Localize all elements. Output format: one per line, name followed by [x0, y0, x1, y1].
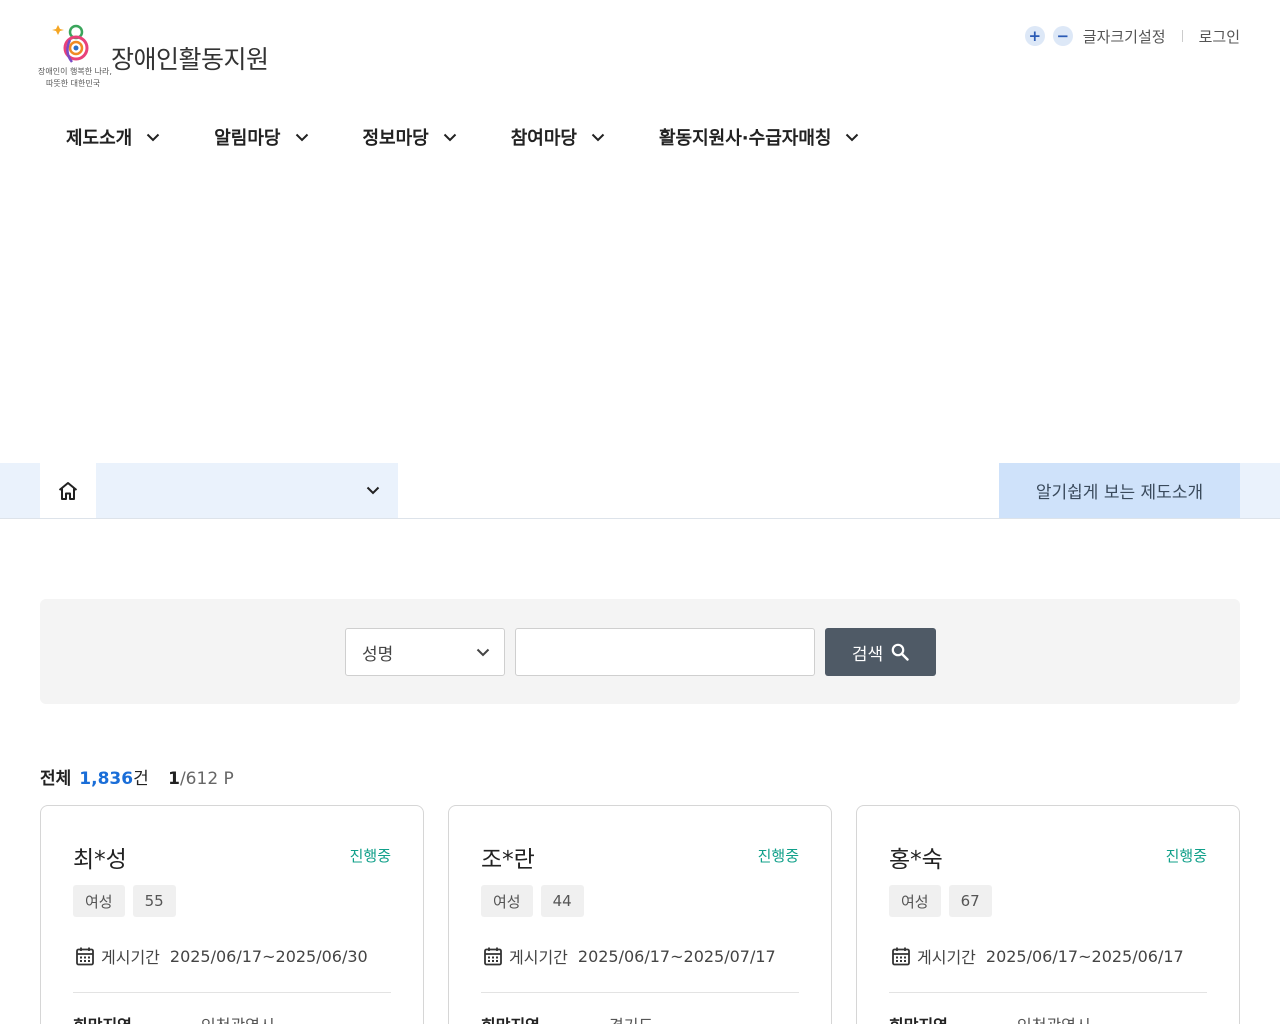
card-region: 희망지역 경기도 — [481, 1012, 653, 1024]
logo-tagline-line1: 장애인이 행복한 나라, — [38, 67, 112, 76]
calendar-icon — [892, 947, 910, 966]
search-field-value: 성명 — [362, 644, 394, 665]
matching-card[interactable]: 홍*숙 진행중 여성 67 게시기간 2025/06/17~2025/06/17… — [856, 805, 1240, 1024]
card-region-value: 인천광역시 — [201, 1012, 275, 1024]
page-indicator: 1/612 P — [168, 769, 234, 789]
card-age-tag: 67 — [948, 885, 992, 917]
card-tags: 여성 44 — [481, 885, 592, 917]
card-region-label: 희망지역 — [73, 1016, 132, 1024]
result-summary: 전체 1,836건 1/612 P — [40, 764, 234, 789]
matching-card-list: 최*성 진행중 여성 55 게시기간 2025/06/17~2025/06/30… — [40, 805, 1240, 1024]
card-period-value: 2025/06/17~2025/06/30 — [169, 946, 368, 966]
home-icon — [58, 481, 78, 500]
nav-item-participation[interactable]: 참여마당 — [511, 124, 605, 150]
card-period-value: 2025/06/17~2025/06/17 — [985, 946, 1184, 966]
calendar-icon — [76, 947, 94, 966]
search-panel: 성명 검색 — [40, 599, 1240, 704]
total-count-unit: 건 — [133, 769, 149, 789]
card-period-label: 게시기간 — [509, 948, 568, 967]
font-decrease-button[interactable]: − — [1052, 26, 1073, 46]
search-button[interactable]: 검색 — [825, 628, 936, 676]
breadcrumb-menu-select[interactable] — [96, 463, 398, 518]
card-region: 희망지역 인천광역시 — [73, 1012, 275, 1024]
chevron-down-icon — [591, 133, 605, 142]
nav-item-system-intro[interactable]: 제도소개 — [66, 124, 160, 150]
card-gender-tag: 여성 — [889, 885, 941, 917]
card-period-label: 게시기간 — [101, 948, 160, 967]
easy-guide-button[interactable]: 알기쉽게 보는 제도소개 — [999, 463, 1240, 518]
card-person-name: 홍*숙 — [889, 847, 943, 873]
card-divider — [481, 992, 799, 993]
card-status-badge: 진행중 — [349, 847, 391, 865]
chevron-down-icon — [476, 648, 490, 656]
nav-item-matching[interactable]: 활동지원사·수급자매칭 — [659, 124, 859, 150]
card-period: 게시기간 2025/06/17~2025/07/17 — [483, 944, 776, 968]
matching-card[interactable]: 최*성 진행중 여성 55 게시기간 2025/06/17~2025/06/30… — [40, 805, 424, 1024]
card-status-badge: 진행중 — [757, 847, 799, 865]
card-tags: 여성 55 — [73, 885, 184, 917]
card-region-label: 희망지역 — [481, 1016, 540, 1024]
site-logo[interactable]: 장애인이 행복한 나라, 따뜻한 대한민국 장애인활동지원 — [38, 22, 278, 92]
card-tags: 여성 67 — [889, 885, 1000, 917]
nav-item-label: 활동지원사·수급자매칭 — [659, 128, 832, 149]
utility-menu: + − 글자크기설정 로그인 — [1024, 24, 1240, 48]
breadcrumb-bar: 알기쉽게 보는 제도소개 — [0, 463, 1280, 519]
card-region-value: 인천광역시 — [1017, 1012, 1091, 1024]
search-icon — [891, 643, 909, 661]
card-region: 희망지역 인천광역시 — [889, 1012, 1091, 1024]
chevron-down-icon — [366, 486, 380, 495]
login-link[interactable]: 로그인 — [1199, 26, 1240, 47]
total-count: 1,836 — [79, 769, 134, 789]
card-status-badge: 진행중 — [1165, 847, 1207, 865]
card-period-value: 2025/06/17~2025/07/17 — [577, 946, 776, 966]
breadcrumb: 알기쉽게 보는 제도소개 — [40, 463, 1240, 518]
card-divider — [889, 992, 1207, 993]
total-label: 전체 — [40, 769, 72, 789]
matching-card[interactable]: 조*란 진행중 여성 44 게시기간 2025/06/17~2025/07/17… — [448, 805, 832, 1024]
card-region-value: 경기도 — [609, 1012, 653, 1024]
card-period-label: 게시기간 — [917, 948, 976, 967]
nav-item-label: 정보마당 — [362, 128, 429, 149]
card-region-label: 희망지역 — [889, 1016, 948, 1024]
chevron-down-icon — [845, 133, 859, 142]
nav-item-label: 제도소개 — [66, 128, 133, 149]
nav-item-label: 참여마당 — [510, 128, 577, 149]
card-gender-tag: 여성 — [73, 885, 125, 917]
card-gender-tag: 여성 — [481, 885, 533, 917]
card-period: 게시기간 2025/06/17~2025/06/17 — [891, 944, 1184, 968]
nav-item-label: 알림마당 — [214, 128, 281, 149]
card-age-tag: 55 — [132, 885, 176, 917]
total-pages: /612 P — [179, 769, 234, 789]
logo-emblem-icon — [52, 24, 89, 63]
card-age-tag: 44 — [540, 885, 584, 917]
site-header: 장애인이 행복한 나라, 따뜻한 대한민국 장애인활동지원 + − 글자크기설정… — [0, 0, 1280, 180]
nav-item-information[interactable]: 정보마당 — [363, 124, 457, 150]
nav-item-notice[interactable]: 알림마당 — [214, 124, 308, 150]
chevron-down-icon — [146, 133, 160, 142]
font-size-setting-label: 글자크기설정 — [1082, 27, 1166, 46]
calendar-icon — [484, 947, 502, 966]
logo-tagline-line2: 따뜻한 대한민국 — [46, 79, 101, 88]
utility-divider — [1181, 30, 1183, 42]
chevron-down-icon — [443, 133, 457, 142]
card-person-name: 조*란 — [481, 847, 535, 873]
card-person-name: 최*성 — [73, 847, 127, 873]
font-increase-button[interactable]: + — [1024, 26, 1045, 46]
card-divider — [73, 992, 391, 993]
search-input[interactable] — [515, 628, 815, 676]
current-page: 1 — [168, 769, 180, 789]
logo-tagline: 장애인이 행복한 나라, 따뜻한 대한민국 — [38, 66, 112, 90]
main-navigation: 제도소개 알림마당 정보마당 참여마당 활동지원사·수급자매칭 — [66, 120, 913, 154]
chevron-down-icon — [295, 133, 309, 142]
site-title: 장애인활동지원 — [111, 45, 269, 74]
search-field-select[interactable]: 성명 — [345, 628, 505, 676]
card-period: 게시기간 2025/06/17~2025/06/30 — [75, 944, 368, 968]
home-button[interactable] — [40, 463, 96, 518]
search-button-label: 검색 — [851, 644, 884, 664]
